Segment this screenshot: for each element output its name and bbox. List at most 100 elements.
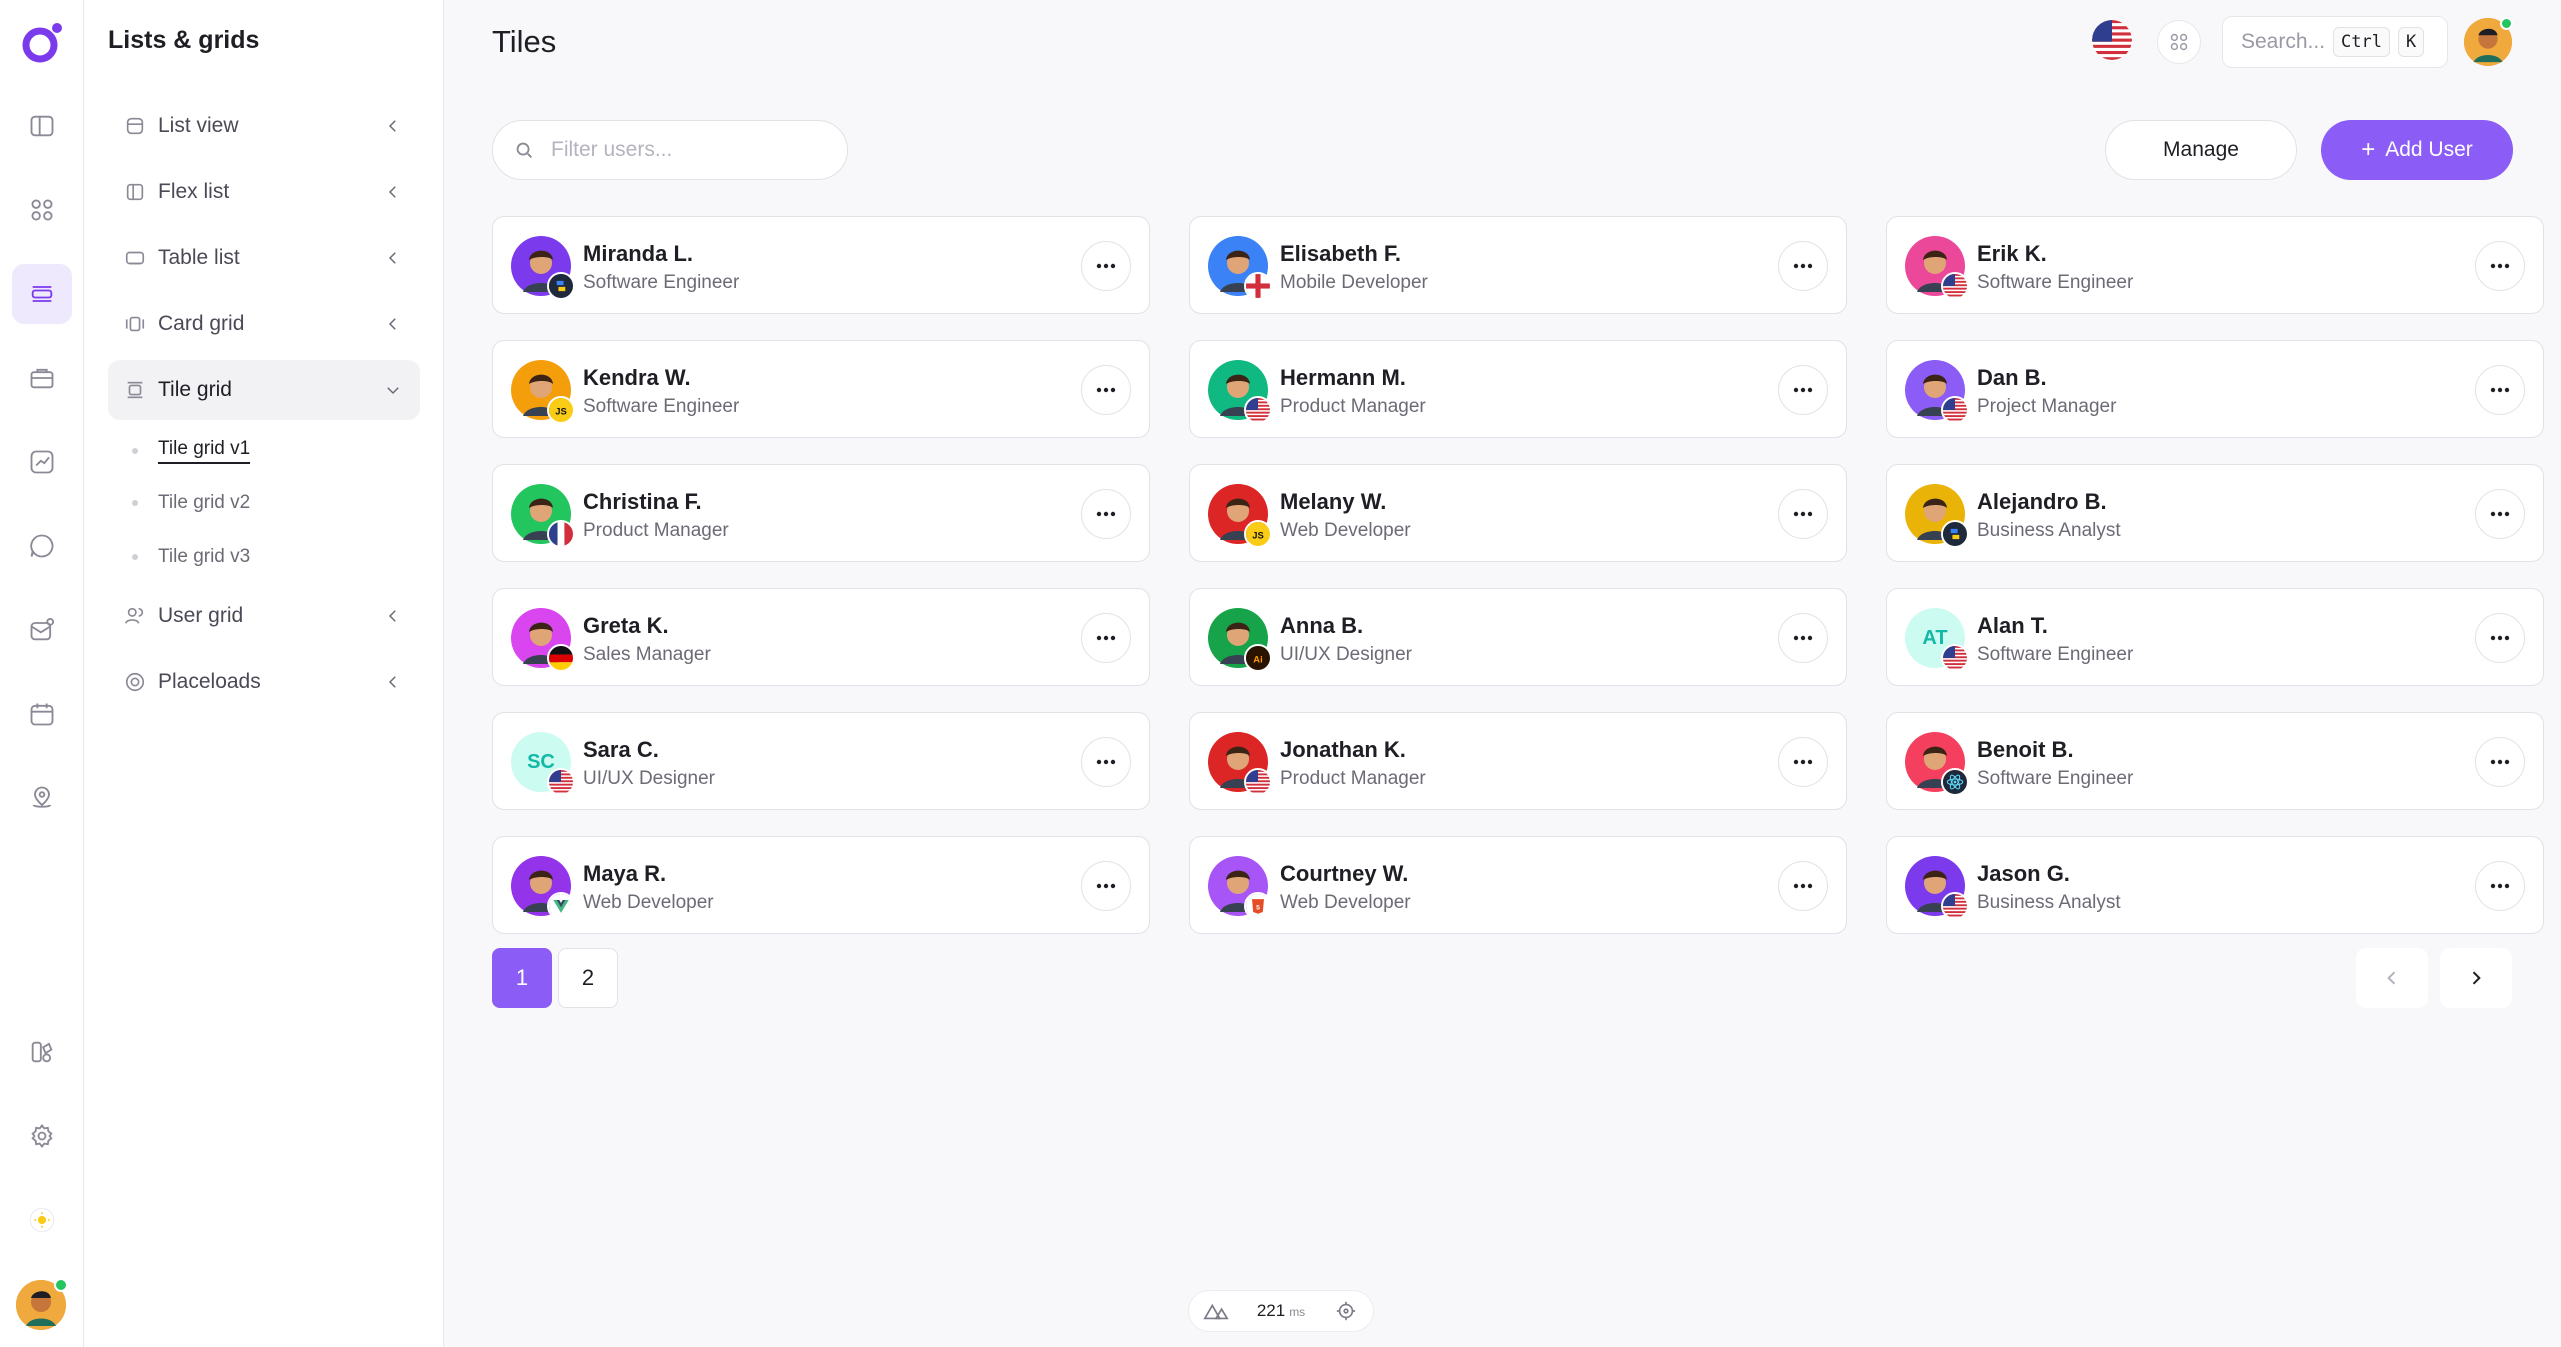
settings-icon[interactable]	[12, 1106, 72, 1166]
crosshair-icon[interactable]	[1333, 1300, 1359, 1322]
nav-item-user-grid[interactable]: User grid	[108, 586, 420, 646]
mail-icon[interactable]	[12, 600, 72, 660]
more-options-button[interactable]	[2475, 737, 2525, 787]
list-view-icon	[126, 117, 144, 135]
subnav-label: Tile grid v1	[158, 438, 251, 464]
ai-badge-icon: Ai	[1244, 644, 1272, 672]
language-flag-icon[interactable]	[2092, 20, 2132, 60]
chart-icon[interactable]	[12, 432, 72, 492]
map-pin-icon[interactable]	[12, 768, 72, 828]
user-tile[interactable]: AT Alan T. Software Engineer	[1886, 588, 2544, 686]
more-options-button[interactable]	[1778, 241, 1828, 291]
more-options-button[interactable]	[1778, 613, 1828, 663]
user-role: Web Developer	[1280, 892, 1411, 913]
us-badge-icon	[1941, 272, 1969, 300]
user-tile[interactable]: Jason G. Business Analyst	[1886, 836, 2544, 934]
user-tile[interactable]: Hermann M. Product Manager	[1189, 340, 1847, 438]
ellipsis-icon	[1793, 883, 1813, 889]
user-tile[interactable]: Elisabeth F. Mobile Developer	[1189, 216, 1847, 314]
search-button[interactable]: Search... Ctrl K	[2222, 16, 2448, 68]
nav-item-card-grid[interactable]: Card grid	[108, 294, 420, 354]
user-tile[interactable]: SC Sara C. UI/UX Designer	[492, 712, 1150, 810]
user-tile[interactable]: Ai Anna B. UI/UX Designer	[1189, 588, 1847, 686]
js-badge-icon: JS	[1244, 520, 1272, 548]
sidebar-toggle-icon[interactable]	[12, 96, 72, 156]
user-name: Erik K.	[1977, 241, 2047, 266]
calendar-icon[interactable]	[12, 684, 72, 744]
lists-icon[interactable]	[12, 264, 72, 324]
user-tile[interactable]: JS Melany W. Web Developer	[1189, 464, 1847, 562]
more-options-button[interactable]	[2475, 365, 2525, 415]
prev-page-button[interactable]	[2356, 948, 2428, 1008]
briefcase-icon[interactable]	[12, 348, 72, 408]
user-tile[interactable]: Jonathan K. Product Manager	[1189, 712, 1847, 810]
page-title: Tiles	[492, 24, 557, 59]
user-tile[interactable]: Alejandro B. Business Analyst	[1886, 464, 2544, 562]
apps-grid-button[interactable]	[2157, 20, 2201, 64]
logo-icon[interactable]	[19, 20, 65, 66]
more-options-button[interactable]	[1081, 241, 1131, 291]
header-avatar[interactable]	[2464, 17, 2513, 66]
more-options-button[interactable]	[1081, 737, 1131, 787]
manage-button[interactable]: Manage	[2105, 120, 2297, 180]
user-tile[interactable]: Dan B. Project Manager	[1886, 340, 2544, 438]
more-options-button[interactable]	[2475, 241, 2525, 291]
page-button-2[interactable]: 2	[558, 948, 618, 1008]
more-options-button[interactable]	[1081, 365, 1131, 415]
nav-item-list-view[interactable]: List view	[108, 96, 420, 156]
nav-item-tile-grid[interactable]: Tile grid	[108, 360, 420, 420]
vue-badge-icon	[547, 892, 575, 920]
next-page-button[interactable]	[2440, 948, 2512, 1008]
more-options-button[interactable]	[1081, 489, 1131, 539]
page-button-1[interactable]: 1	[492, 948, 552, 1008]
user-tile[interactable]: Maya R. Web Developer	[492, 836, 1150, 934]
more-options-button[interactable]	[2475, 489, 2525, 539]
user-name: Greta K.	[583, 613, 669, 638]
user-tile[interactable]: Christina F. Product Manager	[492, 464, 1150, 562]
more-options-button[interactable]	[1778, 737, 1828, 787]
more-options-button[interactable]	[2475, 861, 2525, 911]
perf-widget: 221 ms	[1188, 1290, 1374, 1332]
dashboard-icon[interactable]	[12, 180, 72, 240]
user-tile[interactable]: JS Kendra W. Software Engineer	[492, 340, 1150, 438]
nav-item-label: Card grid	[158, 312, 245, 335]
more-options-button[interactable]	[1778, 489, 1828, 539]
subnav-label: Tile grid v3	[158, 546, 251, 567]
user-tile[interactable]: Greta K. Sales Manager	[492, 588, 1150, 686]
subnav-tile-grid-v2[interactable]: Tile grid v2	[132, 492, 250, 514]
chat-icon[interactable]	[12, 516, 72, 576]
user-tile[interactable]: Erik K. Software Engineer	[1886, 216, 2544, 314]
nav-item-flex-list[interactable]: Flex list	[108, 162, 420, 222]
more-options-button[interactable]	[1081, 613, 1131, 663]
us-badge-icon	[1941, 892, 1969, 920]
table-list-icon	[125, 251, 145, 265]
chevron-right-icon	[2472, 971, 2481, 985]
python-badge-icon	[1941, 520, 1969, 548]
nav-item-table-list[interactable]: Table list	[108, 228, 420, 288]
user-role: Software Engineer	[583, 272, 740, 293]
subnav-tile-grid-v1[interactable]: Tile grid v1	[132, 438, 251, 464]
subnav-tile-grid-v3[interactable]: Tile grid v3	[132, 546, 250, 568]
user-tile[interactable]: 5 Courtney W. Web Developer	[1189, 836, 1847, 934]
user-avatar[interactable]	[16, 1278, 68, 1330]
more-options-button[interactable]	[1778, 365, 1828, 415]
nuxt-icon[interactable]	[1203, 1300, 1229, 1322]
nav-item-placeloads[interactable]: Placeloads	[108, 652, 420, 712]
user-avatar	[511, 608, 575, 672]
user-avatar	[1905, 856, 1969, 920]
add-user-button[interactable]: + Add User	[2321, 120, 2513, 180]
user-name: Elisabeth F.	[1280, 241, 1402, 266]
filter-users-input[interactable]	[551, 138, 831, 162]
more-options-button[interactable]	[1081, 861, 1131, 911]
theme-toggle-icon[interactable]	[12, 1190, 72, 1250]
more-options-button[interactable]	[1778, 861, 1828, 911]
filter-users-field[interactable]	[492, 120, 848, 180]
nav-item-label: List view	[158, 114, 239, 137]
ellipsis-icon	[1793, 511, 1813, 517]
user-tile[interactable]: Benoit B. Software Engineer	[1886, 712, 2544, 810]
components-icon[interactable]	[12, 1022, 72, 1082]
more-options-button[interactable]	[2475, 613, 2525, 663]
chevron-left-icon	[388, 676, 396, 688]
user-avatar	[1905, 236, 1969, 300]
user-tile[interactable]: Miranda L. Software Engineer	[492, 216, 1150, 314]
